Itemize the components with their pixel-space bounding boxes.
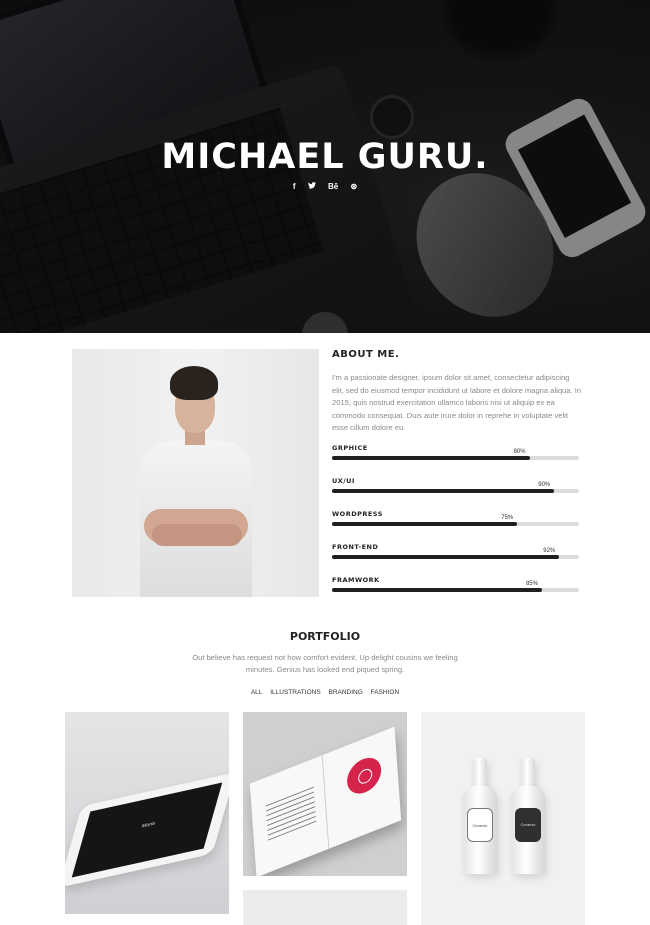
skill-bar-track	[332, 555, 579, 559]
filter-illustrations[interactable]: ILLUSTRATIONS	[270, 689, 320, 696]
tablet-mockup: Marie	[65, 772, 229, 888]
skill-name: FRAMWORK	[332, 576, 380, 584]
skill-percent: 80%	[513, 449, 526, 455]
portfolio-item-bottles[interactable]: Ceramic Ceramic	[421, 712, 585, 925]
filter-all[interactable]: ALL	[251, 689, 263, 696]
social-links: f Bē ⊛	[0, 182, 650, 191]
skill-bar-fill	[332, 522, 518, 526]
skill-framework: FRAMWORK 85%	[332, 576, 579, 596]
skill-ux-ui: UX/UI 90%	[332, 477, 579, 497]
skill-bar-track	[332, 489, 579, 493]
portfolio-description: Out believe has request not how comfort …	[192, 653, 458, 674]
portfolio-filters: ALL ILLUSTRATIONS BRANDING FASHION	[0, 689, 650, 696]
portfolio-item-partial[interactable]	[243, 890, 407, 925]
tablet-label: Marie	[140, 820, 157, 830]
behance-icon[interactable]: Bē	[328, 182, 338, 191]
bottle-mockup: Ceramic	[511, 758, 545, 874]
hero-title: MICHAEL GURU.	[161, 137, 489, 177]
about-text: I'm a passionate designer, ipsum dolor s…	[332, 373, 582, 432]
bottle-mockup: Ceramic	[463, 758, 497, 874]
skill-name: UX/UI	[332, 477, 355, 485]
magazine-circle-graphic	[345, 752, 383, 799]
bottle-label: Ceramic	[467, 808, 493, 842]
skill-percent: 75%	[501, 515, 514, 521]
skill-bar-fill	[332, 456, 530, 460]
skill-bar-fill	[332, 588, 542, 592]
skill-bar-track	[332, 522, 579, 526]
filter-branding[interactable]: BRANDING	[328, 689, 362, 696]
skill-name: WORDPRESS	[332, 510, 383, 518]
skill-percent: 85%	[525, 581, 538, 587]
bottle-label: Ceramic	[515, 808, 541, 842]
magazine-mockup	[249, 726, 402, 876]
twitter-icon[interactable]	[307, 182, 316, 191]
skill-bar-fill	[332, 489, 555, 493]
profile-photo	[72, 349, 319, 597]
filter-fashion[interactable]: FASHION	[371, 689, 400, 696]
portfolio-item-magazine[interactable]	[243, 712, 407, 876]
facebook-icon[interactable]: f	[293, 182, 296, 191]
about-title: ABOUT ME.	[332, 349, 400, 360]
skill-percent: 92%	[543, 548, 556, 554]
skill-name: GRPHICE	[332, 444, 368, 452]
portfolio-title: PORTFOLIO	[289, 630, 361, 643]
skill-name: FRONT-END	[332, 543, 379, 551]
skill-graphic: GRPHICE 80%	[332, 444, 579, 464]
skill-bar-track	[332, 588, 579, 592]
portfolio-item-tablet[interactable]: Marie	[65, 712, 229, 914]
hero-banner: MICHAEL GURU. f Bē ⊛	[0, 0, 650, 333]
skill-wordpress: WORDPRESS 75%	[332, 510, 579, 530]
skill-percent: 90%	[538, 482, 551, 488]
skill-bar-fill	[332, 555, 560, 559]
skill-front-end: FRONT-END 92%	[332, 543, 579, 563]
dribbble-icon[interactable]: ⊛	[350, 182, 357, 191]
skill-bar-track	[332, 456, 579, 460]
